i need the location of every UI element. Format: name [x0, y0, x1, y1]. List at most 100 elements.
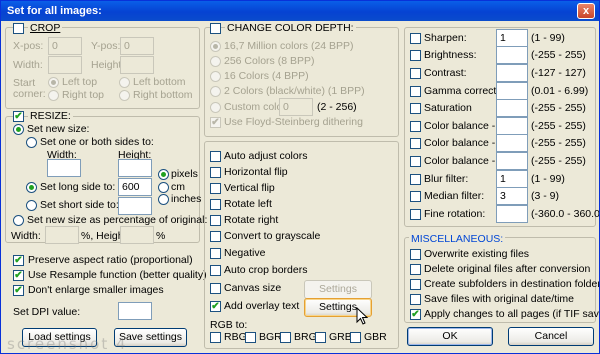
- set-short-side-radio[interactable]: [26, 200, 37, 211]
- set-new-size-radio[interactable]: [13, 124, 24, 135]
- fine-rotation-checkbox[interactable]: [410, 209, 421, 220]
- fine-rotation-input[interactable]: [496, 205, 528, 223]
- color-depth-checkbox[interactable]: [210, 23, 221, 34]
- crop-corner-label: corner:: [13, 88, 46, 100]
- dither-checkbox[interactable]: ✔: [210, 117, 221, 128]
- canvas-size-checkbox[interactable]: [210, 283, 221, 294]
- original-date-checkbox[interactable]: [410, 294, 421, 305]
- rgb-rbg-checkbox[interactable]: [210, 332, 221, 343]
- corner-right-top-label: Right top: [62, 89, 105, 101]
- corner-right-bottom-radio[interactable]: [119, 90, 130, 101]
- saturation-input[interactable]: [496, 99, 528, 117]
- color-balance-b-checkbox[interactable]: [410, 156, 421, 167]
- depth-custom-radio[interactable]: [210, 102, 221, 113]
- corner-right-top-radio[interactable]: [48, 90, 59, 101]
- resample-checkbox[interactable]: ✔: [13, 270, 24, 281]
- sharpen-checkbox[interactable]: [410, 33, 421, 44]
- set-long-side-radio[interactable]: [26, 182, 37, 193]
- median-filter-label: Median filter:: [424, 190, 485, 202]
- crop-ypos-input[interactable]: 0: [120, 37, 154, 55]
- rotate-right-checkbox[interactable]: [210, 215, 221, 226]
- auto-adjust-label: Auto adjust colors: [224, 150, 308, 162]
- unit-cm-radio[interactable]: [158, 182, 169, 193]
- saturation-checkbox[interactable]: [410, 103, 421, 114]
- horizontal-flip-checkbox[interactable]: [210, 167, 221, 178]
- resize-width-input[interactable]: [47, 159, 81, 177]
- corner-left-top-radio[interactable]: [48, 77, 59, 88]
- resize-height-input[interactable]: [118, 159, 152, 177]
- overlay-text-checkbox[interactable]: ✔: [210, 301, 221, 312]
- pct-height-input[interactable]: [120, 226, 154, 244]
- rotate-left-checkbox[interactable]: [210, 199, 221, 210]
- short-side-input[interactable]: [118, 197, 152, 215]
- gamma-correction-input[interactable]: [496, 82, 528, 100]
- depth-4bpp-radio[interactable]: [210, 71, 221, 82]
- canvas-size-label: Canvas size: [224, 282, 282, 294]
- color-balance-g-checkbox[interactable]: [410, 138, 421, 149]
- corner-left-top-label: Left top: [62, 76, 98, 88]
- crop-ypos-label: Y-pos:: [91, 40, 121, 52]
- all-pages-checkbox[interactable]: ✔: [410, 309, 421, 320]
- crop-height-input[interactable]: [120, 56, 154, 74]
- rgb-gbr-checkbox[interactable]: [350, 332, 361, 343]
- negative-checkbox[interactable]: [210, 248, 221, 259]
- color-balance-g-input[interactable]: [496, 134, 528, 152]
- blur-filter-checkbox[interactable]: [410, 174, 421, 185]
- color-balance-r-range: (-255 - 255): [531, 120, 586, 132]
- custom-colors-input[interactable]: 0: [279, 98, 313, 116]
- auto-crop-checkbox[interactable]: [210, 265, 221, 276]
- corner-left-bottom-radio[interactable]: [119, 77, 130, 88]
- unit-inches-radio[interactable]: [158, 194, 169, 205]
- color-balance-r-checkbox[interactable]: [410, 121, 421, 132]
- dpi-input[interactable]: [118, 302, 152, 320]
- rgb-bgr-checkbox[interactable]: [245, 332, 256, 343]
- negative-label: Negative: [224, 247, 266, 259]
- unit-pixels-radio[interactable]: [158, 169, 169, 180]
- blur-filter-range: (1 - 99): [531, 173, 565, 185]
- rgb-brg-checkbox[interactable]: [280, 332, 291, 343]
- crop-label: CROP: [28, 22, 63, 34]
- blur-filter-input[interactable]: 1: [496, 170, 528, 188]
- rgb-grb-checkbox[interactable]: [315, 332, 326, 343]
- subfolders-checkbox[interactable]: [410, 279, 421, 290]
- resize-checkbox[interactable]: ✔: [13, 111, 24, 122]
- title-bar: Set for all images: x: [1, 1, 599, 21]
- overwrite-checkbox[interactable]: [410, 249, 421, 260]
- color-balance-r-input[interactable]: [496, 117, 528, 135]
- pct-width-input[interactable]: [45, 226, 79, 244]
- contrast-input[interactable]: [496, 64, 528, 82]
- brightness-checkbox[interactable]: [410, 50, 421, 61]
- close-icon[interactable]: x: [577, 3, 595, 19]
- delete-original-checkbox[interactable]: [410, 264, 421, 275]
- dialog-window: Set for all images: x CROP X-pos: 0 Y-po…: [0, 0, 600, 354]
- median-filter-checkbox[interactable]: [410, 191, 421, 202]
- canvas-settings-button[interactable]: Settings: [304, 280, 372, 299]
- median-filter-input[interactable]: 3: [496, 187, 528, 205]
- brightness-range: (-255 - 255): [531, 49, 586, 61]
- vertical-flip-checkbox[interactable]: [210, 183, 221, 194]
- contrast-checkbox[interactable]: [410, 68, 421, 79]
- contrast-range: (-127 - 127): [531, 67, 586, 79]
- set-one-both-radio[interactable]: [26, 137, 37, 148]
- ok-button[interactable]: OK: [407, 327, 493, 346]
- no-enlarge-checkbox[interactable]: ✔: [13, 285, 24, 296]
- crop-width-input[interactable]: [48, 56, 82, 74]
- auto-adjust-checkbox[interactable]: [210, 151, 221, 162]
- grayscale-checkbox[interactable]: [210, 231, 221, 242]
- depth-1bpp-radio[interactable]: [210, 86, 221, 97]
- color-balance-b-input[interactable]: [496, 152, 528, 170]
- crop-checkbox[interactable]: [13, 23, 24, 34]
- cancel-button[interactable]: Cancel: [508, 327, 594, 346]
- crop-xpos-input[interactable]: 0: [48, 37, 82, 55]
- crop-width-label: Width:: [13, 59, 43, 71]
- depth-8bpp-radio[interactable]: [210, 56, 221, 67]
- depth-24bpp-radio[interactable]: [210, 41, 221, 52]
- set-percentage-radio[interactable]: [13, 215, 24, 226]
- mouse-cursor-icon: [356, 307, 369, 325]
- sharpen-input[interactable]: 1: [496, 29, 528, 47]
- rgb-rbg-label: RBG: [224, 331, 247, 343]
- brightness-input[interactable]: [496, 46, 528, 64]
- preserve-aspect-checkbox[interactable]: ✔: [13, 255, 24, 266]
- long-side-input[interactable]: 600: [118, 178, 152, 196]
- gamma-correction-checkbox[interactable]: [410, 86, 421, 97]
